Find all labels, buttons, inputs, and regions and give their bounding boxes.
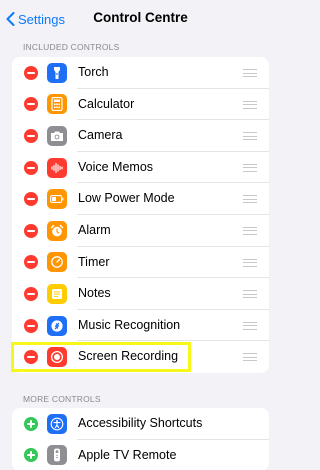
control-label: Apple TV Remote [78, 447, 177, 462]
section-header-more: MORE CONTROLS [23, 394, 101, 404]
remove-button[interactable] [24, 65, 38, 80]
control-row-notes[interactable]: Notes [12, 278, 269, 310]
control-label: Torch [78, 65, 109, 79]
control-label: Notes [78, 286, 111, 301]
control-label: Accessibility Shortcuts [78, 416, 203, 430]
included-controls-list: Torch Calculator Camera Voice Memos Low … [12, 57, 269, 373]
reorder-handle[interactable] [243, 353, 257, 362]
reorder-handle[interactable] [243, 100, 257, 109]
reorder-handle[interactable] [243, 321, 257, 330]
control-label: Music Recognition [78, 317, 181, 332]
control-row-timer[interactable]: Timer [12, 247, 269, 279]
battery-icon [47, 189, 67, 210]
remove-button[interactable] [24, 97, 38, 112]
reorder-handle[interactable] [243, 132, 257, 141]
shazam-icon [47, 315, 67, 336]
remote-icon [47, 445, 67, 466]
page-title: Control Centre [93, 10, 188, 25]
navigation-bar: Settings Control Centre [0, 0, 281, 36]
reorder-handle[interactable] [243, 69, 257, 77]
reorder-handle[interactable] [243, 195, 257, 204]
calculator-icon [47, 94, 67, 115]
add-button[interactable] [24, 448, 38, 463]
control-row-torch[interactable]: Torch [12, 57, 269, 89]
remove-button[interactable] [24, 223, 38, 238]
voice-memos-icon [47, 157, 67, 178]
control-label: Camera [78, 128, 123, 143]
more-controls-list: Accessibility Shortcuts Apple TV Remote [12, 408, 269, 470]
notes-icon [47, 283, 67, 304]
control-label: Timer [78, 254, 110, 269]
torch-icon [47, 62, 67, 83]
control-row-low-power-mode[interactable]: Low Power Mode [12, 183, 269, 215]
remove-button[interactable] [24, 286, 38, 301]
control-row-calculator[interactable]: Calculator [12, 89, 269, 121]
remove-button[interactable] [24, 192, 38, 207]
control-row-apple-tv-remote[interactable]: Apple TV Remote [12, 440, 269, 470]
control-row-alarm[interactable]: Alarm [12, 215, 269, 247]
reorder-handle[interactable] [243, 163, 257, 172]
section-header-included: INCLUDED CONTROLS [23, 42, 120, 52]
remove-button[interactable] [24, 318, 38, 333]
control-label: Alarm [78, 222, 111, 237]
alarm-icon [47, 220, 67, 241]
control-label: Calculator [78, 96, 135, 111]
control-row-camera[interactable]: Camera [12, 120, 269, 152]
reorder-handle[interactable] [243, 226, 257, 235]
control-row-voice-memos[interactable]: Voice Memos [12, 152, 269, 184]
camera-icon [47, 125, 67, 146]
accessibility-icon [47, 413, 67, 434]
reorder-handle[interactable] [243, 258, 257, 267]
remove-button[interactable] [24, 128, 38, 143]
remove-button[interactable] [24, 160, 38, 175]
timer-icon [47, 252, 67, 273]
control-row-accessibility-shortcuts[interactable]: Accessibility Shortcuts [12, 408, 269, 440]
control-label: Low Power Mode [78, 191, 175, 206]
screen-recording-highlight [11, 342, 191, 372]
add-button[interactable] [24, 416, 38, 431]
control-row-music-recognition[interactable]: Music Recognition [12, 310, 269, 342]
reorder-handle[interactable] [243, 290, 257, 299]
control-label: Voice Memos [78, 159, 154, 174]
remove-button[interactable] [24, 255, 38, 270]
